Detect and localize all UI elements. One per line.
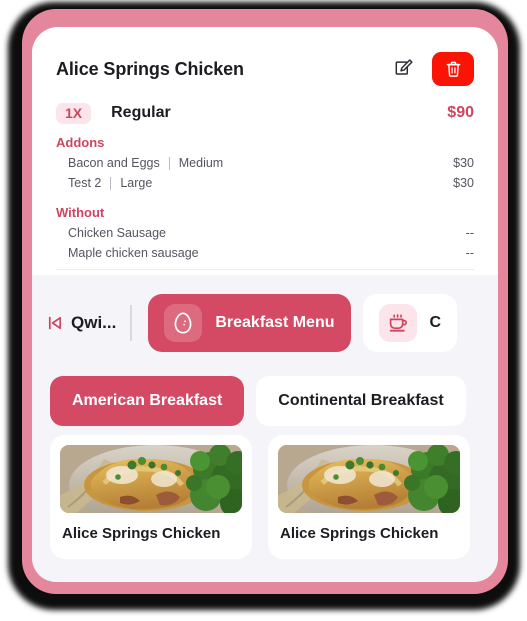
back-label: Qwi... (71, 312, 117, 332)
without-price: -- (465, 246, 474, 260)
addon-name: Test 2 (68, 176, 102, 190)
order-item-title: Alice Springs Chicken (56, 58, 244, 79)
addon-row: Test 2 Large $30 (56, 173, 474, 193)
coffee-cup-icon (378, 303, 417, 342)
egg-icon (164, 303, 203, 342)
category-tab-strip: American Breakfast Continental Breakfast (32, 370, 498, 432)
category-tab-continental-breakfast[interactable]: Continental Breakfast (256, 376, 466, 426)
trash-icon (446, 61, 460, 77)
dish-image (278, 445, 460, 513)
dish-card[interactable]: Alice Springs Chicken (268, 435, 470, 559)
addon-name-group: Bacon and Eggs Medium (68, 156, 223, 170)
dish-card[interactable]: Alice Springs Chicken (50, 435, 252, 559)
separator (110, 176, 112, 190)
without-name: Maple chicken sausage (68, 246, 199, 260)
order-variant-row: 1X Regular $90 (56, 99, 474, 127)
menu-tab-label: Breakfast Menu (215, 313, 335, 331)
edit-pencil-square-icon (395, 59, 413, 75)
addons-heading: Addons (56, 135, 105, 150)
menu-tab-breakfast[interactable]: Breakfast Menu (148, 293, 351, 352)
without-name: Chicken Sausage (68, 226, 166, 240)
variant-label: Regular (111, 104, 171, 121)
without-heading: Without (56, 205, 105, 220)
category-tab-american-breakfast[interactable]: American Breakfast (50, 376, 245, 426)
card-divider (56, 269, 474, 270)
addon-price: $30 (453, 156, 474, 170)
dish-name: Alice Springs Chicken (62, 525, 221, 542)
addon-price: $30 (453, 176, 474, 190)
edit-order-button[interactable] (392, 56, 418, 82)
order-action-buttons (392, 52, 474, 86)
addon-row: Bacon and Eggs Medium $30 (56, 153, 474, 173)
strip-divider (130, 304, 133, 341)
app-screen: Alice Springs Chicken 1X Regular $90 Add… (32, 27, 498, 582)
addon-size: Medium (178, 156, 224, 170)
without-row: Chicken Sausage -- (56, 223, 474, 243)
separator (168, 156, 170, 170)
addon-name: Bacon and Eggs (68, 156, 160, 170)
addon-name-group: Test 2 Large (68, 176, 152, 190)
order-header: Alice Springs Chicken (56, 49, 474, 89)
menu-tab-label: C (429, 313, 442, 331)
back-to-qwik-button[interactable]: Qwi... (46, 313, 130, 333)
without-price: -- (465, 226, 474, 240)
quantity-badge: 1X (56, 102, 92, 124)
skip-back-icon (48, 316, 62, 329)
dish-name: Alice Springs Chicken (280, 525, 439, 542)
menu-tab-strip: Qwi... Breakfast Menu C (32, 275, 498, 370)
menu-tab-coffee[interactable]: C (362, 293, 458, 352)
variant-price: $90 (447, 104, 474, 121)
dish-image (60, 445, 242, 513)
without-row: Maple chicken sausage -- (56, 243, 474, 263)
delete-order-button[interactable] (432, 52, 474, 86)
order-detail-card: Alice Springs Chicken 1X Regular $90 Add… (32, 27, 498, 275)
dish-card-grid: Alice Springs Chicken Alice Springs Chic… (50, 435, 470, 559)
addon-size: Large (120, 176, 153, 190)
